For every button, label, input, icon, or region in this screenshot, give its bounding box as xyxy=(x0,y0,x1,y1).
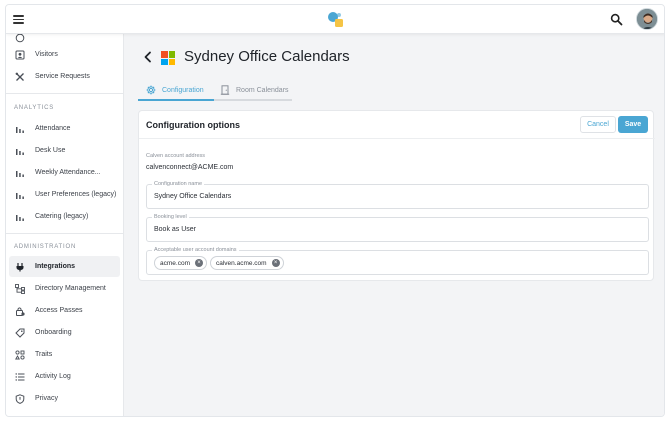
bar-chart-icon xyxy=(14,189,26,201)
search-icon[interactable] xyxy=(610,13,623,26)
top-bar xyxy=(6,5,664,34)
sidebar-item-label: Catering (legacy) xyxy=(35,213,89,220)
lock-icon xyxy=(14,305,26,317)
chip-label: calven.acme.com xyxy=(216,259,267,267)
field-label: Configuration name xyxy=(152,181,205,187)
sidebar-item-label: Integrations xyxy=(35,263,76,270)
administration-section-title: ADMINISTRATION xyxy=(14,244,77,250)
shield-icon xyxy=(14,393,26,405)
sidebar-item-label: Attendance xyxy=(35,125,71,132)
bar-chart-icon xyxy=(14,167,26,179)
sidebar-item-activity-log[interactable]: Activity Log xyxy=(9,366,120,387)
domain-chip: calven.acme.com × xyxy=(210,256,284,270)
back-arrow-icon[interactable] xyxy=(143,51,153,63)
field-label: Booking level xyxy=(152,214,189,220)
field-value: Book as User xyxy=(154,226,197,233)
card-header: Configuration options Cancel Save xyxy=(139,111,655,139)
remove-chip-icon[interactable]: × xyxy=(271,259,280,267)
sidebar-item-integrations[interactable]: Integrations xyxy=(9,256,120,277)
sidebar-item-label: Access Passes xyxy=(35,307,83,314)
user-avatar[interactable] xyxy=(636,8,658,30)
sidebar-item-label: Desk Use xyxy=(35,147,66,154)
sidebar-item-service-requests[interactable]: Service Requests xyxy=(9,66,120,87)
tab-label: Room Calendars xyxy=(236,86,289,94)
sidebar-item-traits[interactable]: Traits xyxy=(9,344,120,365)
tab-label: Configuration xyxy=(162,86,204,94)
hierarchy-icon xyxy=(14,283,26,295)
gear-icon xyxy=(146,85,156,95)
microsoft-logo xyxy=(161,51,175,65)
sidebar: Visitors Service Requests ANALYTICS Atte… xyxy=(6,34,124,416)
bar-chart-icon xyxy=(14,145,26,157)
tools-icon xyxy=(14,71,26,83)
booking-level-field[interactable]: Booking level Book as User xyxy=(146,214,649,242)
plug-icon xyxy=(14,261,26,273)
door-icon xyxy=(220,85,230,95)
sidebar-item-label: Activity Log xyxy=(35,373,71,380)
chip-label: acme.com xyxy=(160,259,190,267)
tab-room-calendars[interactable]: Room Calendars xyxy=(214,81,292,101)
configuration-card: Configuration options Cancel Save Calven… xyxy=(138,110,655,281)
sidebar-item-weekly-attendance[interactable]: Weekly Attendance... xyxy=(9,162,120,183)
card-title: Configuration options xyxy=(146,120,240,130)
sidebar-item-label: Visitors xyxy=(35,51,58,58)
app-window: Visitors Service Requests ANALYTICS Atte… xyxy=(5,4,665,417)
configuration-name-field[interactable]: Configuration name Sydney Office Calenda… xyxy=(146,181,649,209)
calven-logo xyxy=(328,12,343,27)
sidebar-item-user-preferences[interactable]: User Preferences (legacy) xyxy=(9,184,120,205)
domains-field[interactable]: Acceptable user account domains acme.com… xyxy=(146,247,649,275)
sidebar-item-onboarding[interactable]: Onboarding xyxy=(9,322,120,343)
sidebar-item-label: Traits xyxy=(35,351,53,358)
account-address-value: calvenconnect@ACME.com xyxy=(146,164,234,171)
id-badge-icon xyxy=(14,49,26,61)
save-button[interactable]: Save xyxy=(618,116,648,133)
shapes-icon xyxy=(14,349,26,361)
analytics-section-title: ANALYTICS xyxy=(14,105,55,111)
remove-chip-icon[interactable]: × xyxy=(194,259,203,267)
cancel-button[interactable]: Cancel xyxy=(580,116,616,133)
page-title: Sydney Office Calendars xyxy=(184,48,350,65)
tag-icon xyxy=(14,327,26,339)
menu-icon[interactable] xyxy=(13,15,24,24)
sidebar-item-catering[interactable]: Catering (legacy) xyxy=(9,206,120,227)
sidebar-divider xyxy=(6,93,123,94)
bar-chart-icon xyxy=(14,211,26,223)
sidebar-item-visitors[interactable]: Visitors xyxy=(9,44,120,65)
bar-chart-icon xyxy=(14,123,26,135)
field-label: Acceptable user account domains xyxy=(152,247,239,253)
account-address-label: Calven account address xyxy=(146,153,206,159)
list-icon xyxy=(14,371,26,383)
sidebar-item-label: Onboarding xyxy=(35,329,72,336)
sidebar-item-label: Privacy xyxy=(35,395,58,402)
tab-configuration[interactable]: Configuration xyxy=(138,81,214,101)
domain-chip: acme.com × xyxy=(154,256,207,270)
circle-icon xyxy=(14,34,26,44)
sidebar-item-label: Weekly Attendance... xyxy=(35,169,101,176)
sidebar-item-attendance[interactable]: Attendance xyxy=(9,118,120,139)
sidebar-item-label: User Preferences (legacy) xyxy=(35,191,117,198)
sidebar-item-label: Directory Management xyxy=(35,285,106,292)
sidebar-item-directory-management[interactable]: Directory Management xyxy=(9,278,120,299)
sidebar-divider xyxy=(6,233,123,234)
sidebar-item-desk-use[interactable]: Desk Use xyxy=(9,140,120,161)
field-value: Sydney Office Calendars xyxy=(154,193,232,200)
main-content: Sydney Office Calendars Configuration Ro… xyxy=(124,34,664,416)
sidebar-item-privacy[interactable]: Privacy xyxy=(9,388,120,409)
tab-bar: Configuration Room Calendars xyxy=(138,81,298,101)
sidebar-item-access-passes[interactable]: Access Passes xyxy=(9,300,120,321)
sidebar-item-label: Service Requests xyxy=(35,73,90,80)
